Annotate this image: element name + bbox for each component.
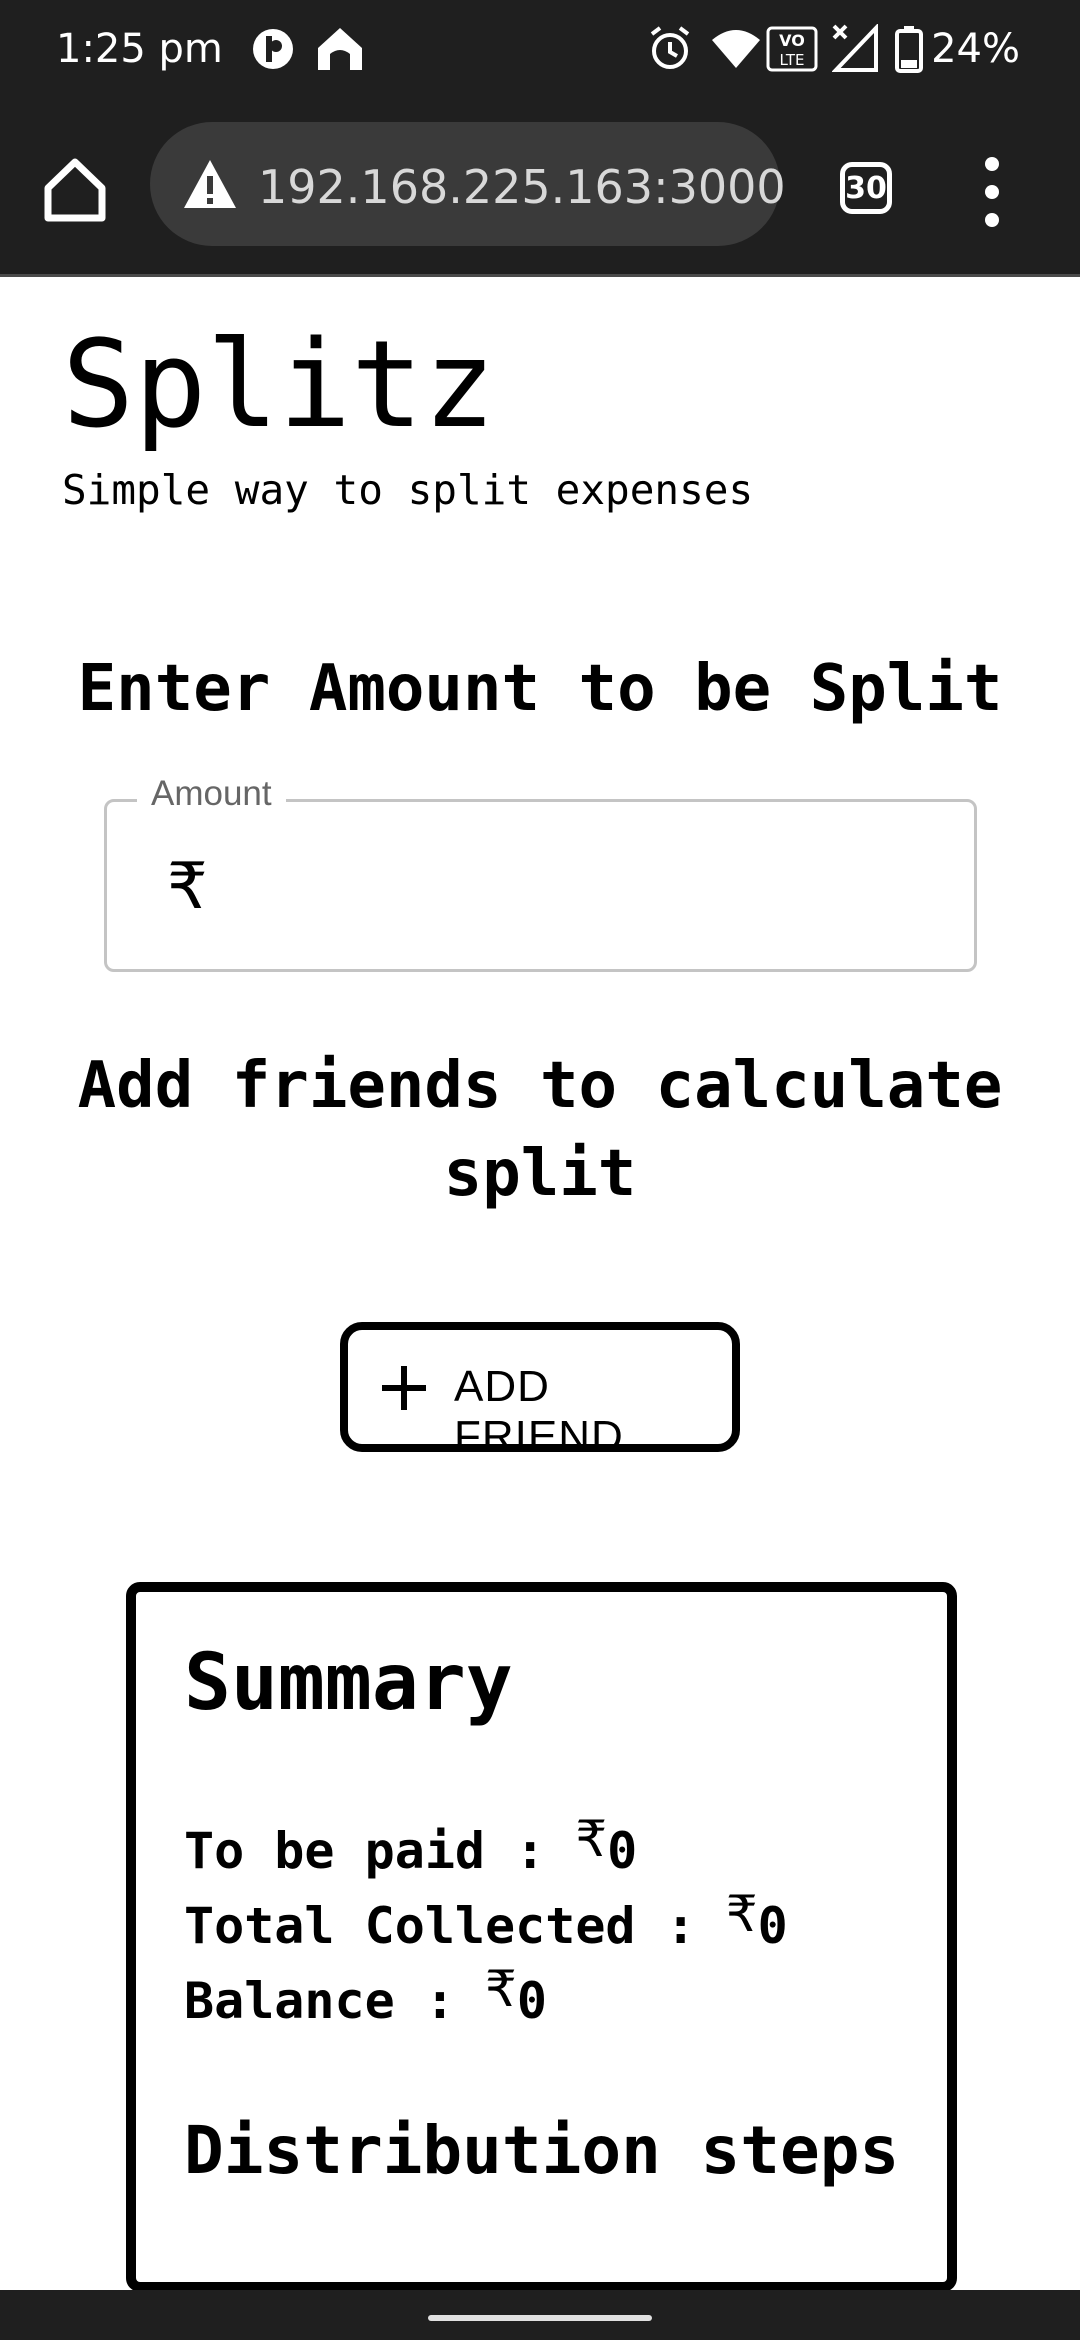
rupee-prefix: ₹ <box>167 850 208 924</box>
wifi-icon <box>712 30 760 68</box>
total-collected-label: Total Collected : <box>184 1897 726 1955</box>
total-collected-value: 0 <box>757 1897 788 1955</box>
warning-icon[interactable] <box>182 158 238 210</box>
balance-line: Balance : ₹0 <box>184 1960 547 2030</box>
summary-card: Summary To be paid : ₹0 Total Collected … <box>126 1582 957 2292</box>
distribution-steps-title: Distribution steps <box>184 2112 900 2189</box>
app-subtitle: Simple way to split expenses <box>62 466 754 514</box>
status-bar: 1:25 pm VO LTE 24% <box>0 0 1080 100</box>
rupee-symbol: ₹ <box>725 1885 758 1943</box>
status-time: 1:25 pm <box>56 26 223 72</box>
volte-icon: VO LTE <box>766 26 818 72</box>
amount-heading: Enter Amount to be Split <box>77 652 1003 726</box>
to-be-paid-line: To be paid : ₹0 <box>184 1810 638 1880</box>
url-text[interactable]: 192.168.225.163:3000 <box>258 160 786 214</box>
to-be-paid-value: 0 <box>607 1822 638 1880</box>
url-bar[interactable]: 192.168.225.163:3000 <box>150 122 786 246</box>
svg-text:LTE: LTE <box>780 51 805 69</box>
home-icon[interactable] <box>40 154 110 224</box>
tab-switcher-button[interactable]: 30 <box>840 162 892 214</box>
rupee-symbol: ₹ <box>485 1960 517 2018</box>
total-collected-line: Total Collected : ₹0 <box>184 1885 788 1955</box>
app-title: Splitz <box>62 316 496 455</box>
browser-toolbar: 192.168.225.163:3000 30 <box>0 100 1080 277</box>
amount-field-label: Amount <box>137 774 286 814</box>
navigation-bar <box>0 2290 1080 2340</box>
summary-title: Summary <box>184 1638 513 1728</box>
svg-text:VO: VO <box>779 31 805 50</box>
balance-label: Balance : <box>184 1972 486 2030</box>
alarm-icon <box>650 26 690 69</box>
home-gesture-handle[interactable] <box>428 2315 652 2321</box>
app-notification-icon <box>253 29 293 69</box>
menu-icon[interactable] <box>972 152 1012 232</box>
battery-percentage: 24% <box>931 26 1020 72</box>
plus-icon <box>382 1366 426 1410</box>
to-be-paid-label: To be paid : <box>184 1822 576 1880</box>
add-friend-button[interactable]: ADD FRIEND <box>340 1322 740 1461</box>
add-friend-label: ADD FRIEND <box>454 1362 624 1461</box>
signal-icon <box>832 24 878 72</box>
home-notification-icon <box>318 28 362 70</box>
friends-heading: Add friends to calculate split <box>77 1049 1003 1211</box>
battery-icon <box>895 26 923 73</box>
tab-count: 30 <box>845 170 887 206</box>
balance-value: 0 <box>516 1972 547 2030</box>
rupee-symbol: ₹ <box>575 1810 608 1868</box>
amount-field[interactable]: Amount ₹ <box>104 774 977 972</box>
